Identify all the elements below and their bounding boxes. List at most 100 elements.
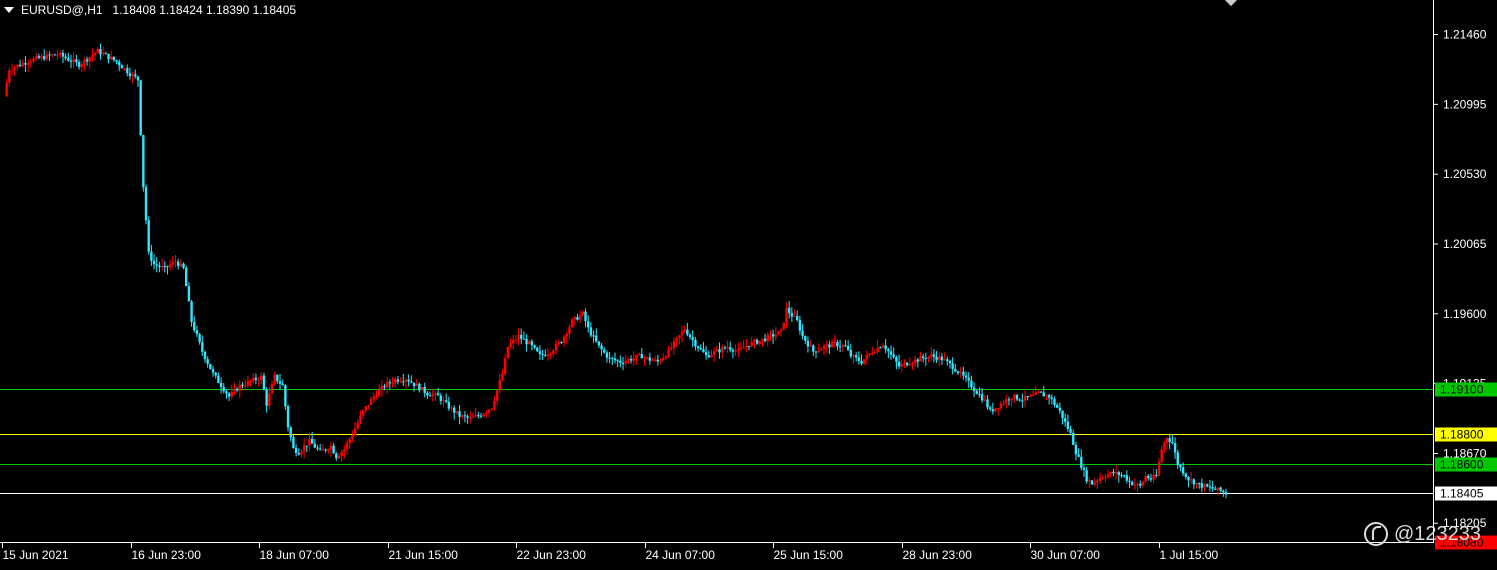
candle-body [1208,486,1212,488]
candle-body [1117,472,1121,476]
candle-body [485,412,488,414]
time-tick-label: 22 Jun 23:00 [517,548,587,562]
candle-body [1037,391,1040,393]
candle-body [1165,438,1169,443]
candle-body [798,320,802,331]
candle-body [988,407,992,410]
candle-body [999,403,1003,409]
candle-body [763,338,767,341]
candle-body [930,354,933,357]
candle-body [662,357,665,361]
candle-body [69,60,73,62]
candle-body [324,449,327,451]
candle-body [771,334,775,337]
candle-body [584,311,587,322]
candle-body [243,385,247,387]
candle-body [101,53,105,55]
time-tick-label: 24 Jun 07:00 [646,548,716,562]
candle-body [34,56,38,59]
candle-body [964,375,968,378]
level-badge-label: 1.19100 [1440,383,1484,397]
candle-body [136,76,140,81]
candle-body [447,401,451,409]
candle-body [356,422,359,429]
candle-body [980,394,984,401]
current-price-label: 1.18405 [1440,487,1484,501]
candle-body [774,334,777,337]
candle-body [335,453,338,459]
candle-body [766,334,769,341]
dropdown-triangle-icon[interactable] [4,7,14,13]
candle-body [361,410,365,416]
candle-body [284,385,287,407]
candle-body [997,408,1000,410]
candle-body [621,362,625,364]
candle-body [881,345,885,348]
candle-body [126,68,129,74]
candle-body [206,359,209,364]
candle-body [806,340,810,347]
candle-body [233,388,236,392]
candle-body [329,445,333,450]
candle-body [624,360,627,364]
candle-body [865,354,869,360]
candle-body [289,427,292,438]
candle-body [24,63,27,65]
candle-body [967,377,970,381]
candle-body [1144,475,1147,482]
candle-body [817,350,820,353]
candle-body [1021,400,1024,402]
candle-body [235,388,239,391]
candle-body [348,439,351,444]
candle-body [1173,443,1177,453]
candle-body [1157,461,1161,476]
candle-body [887,349,890,352]
candle-body [892,354,895,358]
candle-body [142,135,145,188]
candle-body [758,340,761,344]
candle-body [833,341,836,343]
candle-body [782,322,786,330]
candle-body [830,342,834,348]
candle-body [587,321,590,328]
candle-body [99,48,102,55]
candle-body [991,409,995,412]
candle-body [1200,483,1204,488]
candle-body [407,379,410,382]
candle-body [399,381,402,383]
candle-body [747,345,751,347]
candle-body [702,349,705,353]
candle-body [581,311,585,316]
candle-body [262,375,266,390]
candle-body [466,416,469,418]
candle-body [380,386,384,391]
candle-body [903,362,906,365]
candle-body [597,341,601,346]
time-tick-label: 21 Jun 15:00 [389,548,459,562]
candle-body [67,58,70,61]
candle-body [155,264,158,266]
candle-body [562,336,566,343]
candle-body [227,393,231,397]
candle-body [761,338,764,341]
candle-body [131,74,134,77]
candle-body [1072,432,1075,445]
candle-body [1034,392,1037,395]
candle-body [1128,480,1131,482]
candle-body [75,59,78,62]
candle-body [876,347,879,352]
candle-body [123,68,126,70]
candle-body [938,356,941,360]
candle-body [1179,465,1182,468]
candle-body [511,340,515,344]
candle-body [1120,475,1123,477]
candle-body [809,345,812,347]
candle-body [897,361,901,367]
candle-body [120,65,124,69]
candle-body [1160,449,1163,462]
candle-body [56,54,59,56]
candle-body [418,383,421,391]
time-tick-label: 28 Jun 23:00 [903,548,973,562]
price-chart[interactable]: 1.21460 1.20995 1.20530 1.20065 1.19600 1.191… [0,0,1497,570]
candle-body [1141,481,1145,486]
